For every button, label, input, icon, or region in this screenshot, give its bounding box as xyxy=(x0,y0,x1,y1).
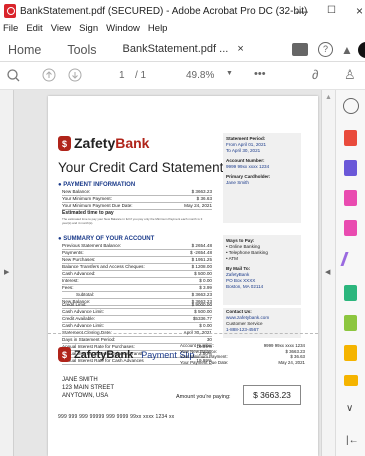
close-window-icon[interactable]: × xyxy=(356,4,363,18)
menu-window[interactable]: Window xyxy=(106,23,140,37)
payment-slip-separator xyxy=(48,333,318,334)
zoom-search-icon[interactable] xyxy=(7,69,20,82)
estimated-time-note: The estimated time to pay your New Balan… xyxy=(62,217,203,225)
table-row: Interest: $ 0.00 xyxy=(62,278,212,285)
summary-title: ● SUMMARY OF YOUR ACCOUNT xyxy=(58,236,155,242)
comment-tool-icon[interactable] xyxy=(344,375,358,386)
collapse-panel-icon[interactable]: |← xyxy=(346,435,359,446)
table-row: Your Minimum Payment Due Date: May 24, 20… xyxy=(62,203,212,210)
share-user-icon[interactable]: ♙ xyxy=(344,67,356,83)
amount-paying-box: $ 3663.23 xyxy=(243,385,301,405)
combine-files-icon[interactable] xyxy=(344,345,357,361)
avatar[interactable] xyxy=(358,42,365,58)
previous-page-icon[interactable] xyxy=(42,68,56,82)
table-row: Credit Available: $5336.77 xyxy=(62,316,212,323)
menu-file[interactable]: File xyxy=(3,23,18,37)
slip-brand-name: ZafetyBank xyxy=(74,348,134,361)
window-title: BankStatement.pdf (SECURED) - Adobe Acro… xyxy=(20,5,308,17)
zoom-dropdown-icon[interactable]: ▼ xyxy=(226,70,233,77)
create-pdf-icon[interactable] xyxy=(344,160,357,176)
expand-left-icon[interactable]: ▶ xyxy=(4,268,9,276)
menu-edit[interactable]: Edit xyxy=(26,23,42,37)
table-row: Cash Advance Limit: $ 500.00 xyxy=(62,309,212,316)
page-number-input[interactable]: 1 xyxy=(119,70,125,81)
table-row: New Purchases: $ 1951.25 xyxy=(62,257,212,264)
zoom-level[interactable]: 49.8% xyxy=(186,70,214,81)
compress-icon[interactable] xyxy=(344,315,357,331)
menu-sign[interactable]: Sign xyxy=(79,23,98,37)
tab-home[interactable]: Home xyxy=(8,43,41,57)
fill-sign-icon[interactable] xyxy=(340,252,361,266)
left-panel-toggle[interactable]: ▶ xyxy=(0,90,14,456)
menu-view[interactable]: View xyxy=(51,23,71,37)
table-row: Balance Transfers and Access Cheques: $ 1… xyxy=(62,264,212,271)
attach-icon[interactable]: ∂ xyxy=(312,67,318,82)
help-icon[interactable]: ? xyxy=(318,42,333,57)
estimated-time-title: Estimated time to pay xyxy=(62,210,114,216)
maximize-icon[interactable]: ☐ xyxy=(327,5,336,16)
next-page-icon[interactable] xyxy=(68,68,82,82)
table-row: Credit Limit: $ 9000.00 xyxy=(62,302,212,309)
summary-rows: Previous Statement Balance: $ 2654.48 Pay… xyxy=(62,243,212,306)
menu-bar: File Edit View Sign Window Help xyxy=(0,23,365,37)
page-count: / 1 xyxy=(135,70,147,81)
scroll-up-icon[interactable]: ▲ xyxy=(325,94,332,101)
table-row: Cash Advance Limit: $ 0.00 xyxy=(62,323,212,330)
money-bag-icon: $ xyxy=(58,347,71,362)
edit-pdf-icon[interactable] xyxy=(344,220,357,236)
table-row: New Balance: $ 3663.23 xyxy=(62,189,212,196)
tab-document-label: BankStatement.pdf ... xyxy=(122,42,229,55)
collapse-right-icon[interactable]: ◀ xyxy=(325,268,330,276)
bell-icon[interactable]: ▲ xyxy=(341,43,353,57)
comment-icon[interactable] xyxy=(292,43,308,56)
close-tab-icon[interactable]: × xyxy=(237,43,243,55)
vertical-scrollbar[interactable]: ▲ ◀ xyxy=(321,90,335,456)
tab-bar: Home Tools BankStatement.pdf ... × ? ▲ xyxy=(0,38,365,62)
ways-to-pay-box: Ways to Pay: • Online Banking • Telephon… xyxy=(223,235,301,305)
slip-address: JANE SMITH 123 MAIN STREET ANYTOWN, USA xyxy=(62,377,115,399)
table-row: Your Minimum Payment: $ 36.63 xyxy=(62,196,212,203)
minimize-icon[interactable]: — xyxy=(296,4,308,18)
toolbar: 1 / 1 49.8% ▼ ••• ∂ ♙ xyxy=(0,62,365,90)
table-row: Previous Statement Balance: $ 2654.48 xyxy=(62,243,212,250)
export-pdf-icon[interactable] xyxy=(344,130,357,146)
table-row: Payments: $ -2654.48 xyxy=(62,250,212,257)
slip-details: Account Number: 9999 99xx xxxx 1234 Your … xyxy=(180,343,305,365)
micr-line: 999 999 999 99999 999 9999 99xx xxxx 123… xyxy=(58,414,175,420)
statement-period-box: Statement Period: From April 01, 2021 To… xyxy=(223,133,301,223)
slip-logo: $ ZafetyBank Payment Slip xyxy=(58,347,194,362)
acrobat-app-icon xyxy=(4,4,16,18)
bank-logo: $ ZafetyBank xyxy=(58,135,149,151)
amount-paying-label: Amount you're paying: xyxy=(176,394,231,400)
more-tools-icon[interactable]: ••• xyxy=(254,68,266,80)
brand-name: ZafetyBank xyxy=(74,135,150,151)
right-tools-panel: ∨ |← xyxy=(335,90,365,456)
menu-help[interactable]: Help xyxy=(148,23,168,37)
payment-rows: New Balance: $ 3663.23 Your Minimum Payme… xyxy=(62,189,212,210)
scan-ocr-icon[interactable] xyxy=(344,285,357,301)
organize-pages-icon[interactable] xyxy=(344,190,357,206)
table-row: Cash Advanced: $ 500.00 xyxy=(62,271,212,278)
tab-tools[interactable]: Tools xyxy=(67,43,96,57)
table-row: Fees: $ 3.99 xyxy=(62,285,212,292)
table-row: Subtotal: $ 3663.23 xyxy=(62,292,212,299)
money-bag-icon: $ xyxy=(58,135,71,151)
payment-info-title: ● PAYMENT INFORMATION xyxy=(58,182,136,188)
search-tool-icon[interactable] xyxy=(343,98,359,114)
expand-tools-icon[interactable]: ∨ xyxy=(346,403,353,414)
statement-heading: Your Credit Card Statement xyxy=(58,160,224,175)
tab-document[interactable]: BankStatement.pdf ... × xyxy=(122,42,244,57)
title-bar: BankStatement.pdf (SECURED) - Adobe Acro… xyxy=(0,0,365,22)
